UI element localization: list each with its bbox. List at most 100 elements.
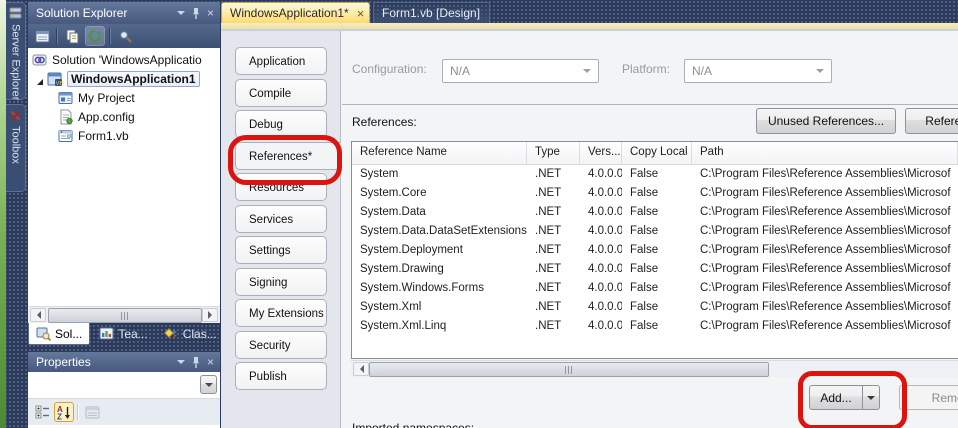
tree-item-label: Solution 'WindowsApplicatio	[52, 53, 202, 67]
tab-label: Tea...	[118, 327, 147, 341]
solution-explorer-toolbar	[28, 24, 220, 48]
column-header[interactable]: Path	[692, 142, 958, 164]
tree-item[interactable]: My Project	[28, 88, 220, 107]
unused-references-button[interactable]: Unused References...	[756, 108, 896, 134]
table-cell: .NET	[527, 298, 580, 317]
scrollbar-thumb[interactable]	[48, 308, 202, 323]
properties-panel: Properties × AZ	[28, 352, 220, 428]
properties-window-icon[interactable]	[33, 27, 51, 45]
nav-tab-signing[interactable]: Signing	[235, 268, 327, 296]
column-header[interactable]: Vers...	[580, 142, 622, 164]
table-cell: 4.0.0.0	[580, 317, 622, 336]
nav-tab-application[interactable]: Application	[235, 47, 327, 75]
tree-item[interactable]: Solution 'WindowsApplicatio	[28, 50, 220, 69]
table-cell: .NET	[527, 317, 580, 336]
expander-icon[interactable]	[36, 75, 44, 83]
alphabetical-sort-icon[interactable]: AZ	[55, 403, 73, 421]
tab-solution-explorer[interactable]: Sol...	[28, 323, 90, 345]
show-all-files-icon[interactable]	[63, 27, 81, 45]
table-cell: System.Xml	[352, 298, 527, 317]
platform-dropdown[interactable]: N/A	[684, 59, 832, 83]
sidebar-tab-server-explorer[interactable]: Server Explorer	[6, 2, 26, 100]
nav-tab-my-extensions[interactable]: My Extensions	[235, 299, 327, 327]
tab-class-view[interactable]: Clas...	[157, 323, 224, 344]
scrollbar-thumb[interactable]	[369, 362, 769, 377]
table-row[interactable]: System.Core.NET4.0.0.0FalseC:\Program Fi…	[352, 184, 958, 203]
table-row[interactable]: System.NET4.0.0.0FalseC:\Program Files\R…	[352, 165, 958, 184]
nav-tab-services[interactable]: Services	[235, 205, 327, 233]
nav-tab-debug[interactable]: Debug	[235, 110, 327, 138]
column-header[interactable]: Type	[527, 142, 580, 164]
pin-icon[interactable]	[191, 356, 201, 369]
remove-reference-button[interactable]: Remove	[899, 385, 958, 410]
table-cell: False	[622, 184, 692, 203]
annotation-add-button	[798, 371, 907, 428]
table-header[interactable]: Reference NameTypeVers...Copy LocalPath	[352, 142, 958, 165]
table-cell: .NET	[527, 203, 580, 222]
table-cell: False	[622, 260, 692, 279]
table-cell: 4.0.0.0	[580, 260, 622, 279]
column-header[interactable]: Reference Name	[352, 142, 527, 164]
table-cell: System.Deployment	[352, 241, 527, 260]
table-cell: C:\Program Files\Reference Assemblies\Mi…	[692, 241, 958, 260]
table-cell: 4.0.0.0	[580, 184, 622, 203]
window-menu-icon[interactable]	[177, 7, 185, 19]
table-cell: C:\Program Files\Reference Assemblies\Mi…	[692, 165, 958, 184]
tab-team-explorer[interactable]: Tea...	[92, 323, 154, 344]
nav-tab-compile[interactable]: Compile	[235, 79, 327, 107]
tree-item[interactable]: Form1.vb	[28, 126, 220, 145]
project-designer: ApplicationCompileDebugReferences*Resour…	[221, 31, 958, 428]
tree-item[interactable]: VBWindowsApplication1	[28, 69, 220, 88]
properties-toolbar: AZ	[28, 398, 220, 425]
table-row[interactable]: System.Deployment.NET4.0.0.0FalseC:\Prog…	[352, 241, 958, 260]
table-row[interactable]: System.Data.NET4.0.0.0FalseC:\Program Fi…	[352, 203, 958, 222]
table-cell: 4.0.0.0	[580, 203, 622, 222]
nav-tab-security[interactable]: Security	[235, 331, 327, 359]
references-table[interactable]: Reference NameTypeVers...Copy LocalPath …	[351, 141, 958, 359]
svg-text:VB: VB	[56, 81, 63, 87]
document-area: WindowsApplication1* × Form1.vb [Design]…	[221, 0, 958, 428]
scroll-left-button[interactable]	[30, 308, 46, 322]
table-cell: System.Data.DataSetExtensions	[352, 222, 527, 241]
close-icon[interactable]: ×	[207, 356, 214, 368]
table-row[interactable]: System.Drawing.NET4.0.0.0FalseC:\Program…	[352, 260, 958, 279]
scroll-left-button[interactable]	[353, 362, 369, 376]
table-row[interactable]: System.Data.DataSetExtensions.NET4.0.0.0…	[352, 222, 958, 241]
imported-namespaces-label: Imported namespaces:	[352, 421, 474, 428]
nav-tab-publish[interactable]: Publish	[235, 362, 327, 390]
refresh-icon[interactable]	[86, 27, 104, 45]
table-row[interactable]: System.Windows.Forms.NET4.0.0.0FalseC:\P…	[352, 279, 958, 298]
visual-studio-window: Server Explorer Toolbox Solution Explore…	[0, 0, 958, 428]
reference-paths-button[interactable]: Reference Paths...	[905, 108, 958, 134]
scroll-right-button[interactable]	[202, 308, 218, 322]
sidebar-tab-toolbox[interactable]: Toolbox	[6, 104, 26, 192]
team-explorer-tab-icon	[99, 326, 114, 341]
toolbar-separator	[77, 404, 79, 420]
column-header[interactable]: Copy Local	[622, 142, 692, 164]
solution-tree-hscrollbar[interactable]	[28, 306, 220, 323]
properties-object-combobox[interactable]	[28, 372, 220, 398]
table-cell: 4.0.0.0	[580, 279, 622, 298]
table-body: System.NET4.0.0.0FalseC:\Program Files\R…	[352, 165, 958, 336]
categorized-icon[interactable]	[33, 403, 51, 421]
close-icon[interactable]: ×	[207, 7, 214, 19]
table-cell: .NET	[527, 279, 580, 298]
combobox-dropdown-button[interactable]	[200, 375, 217, 394]
server-explorer-icon	[9, 7, 22, 20]
table-row[interactable]: System.Xml.Linq.NET4.0.0.0FalseC:\Progra…	[352, 317, 958, 336]
property-pages-icon[interactable]	[83, 403, 101, 421]
toolbar-separator	[109, 28, 111, 44]
table-row[interactable]: System.Xml.NET4.0.0.0FalseC:\Program Fil…	[352, 298, 958, 317]
configuration-dropdown[interactable]: N/A	[442, 59, 599, 83]
doc-tab-windowsapplication1[interactable]: WindowsApplication1* ×	[221, 2, 370, 23]
doc-tab-form1-design[interactable]: Form1.vb [Design]	[373, 2, 490, 23]
table-cell: System.Windows.Forms	[352, 279, 527, 298]
tree-item[interactable]: App.config	[28, 107, 220, 126]
nav-tab-settings[interactable]: Settings	[235, 236, 327, 264]
close-icon[interactable]: ×	[357, 7, 365, 20]
section-divider	[342, 104, 958, 105]
toolbox-icon	[9, 109, 22, 122]
pin-icon[interactable]	[191, 7, 201, 20]
window-menu-icon[interactable]	[177, 356, 185, 368]
class-diagram-icon[interactable]	[116, 27, 134, 45]
